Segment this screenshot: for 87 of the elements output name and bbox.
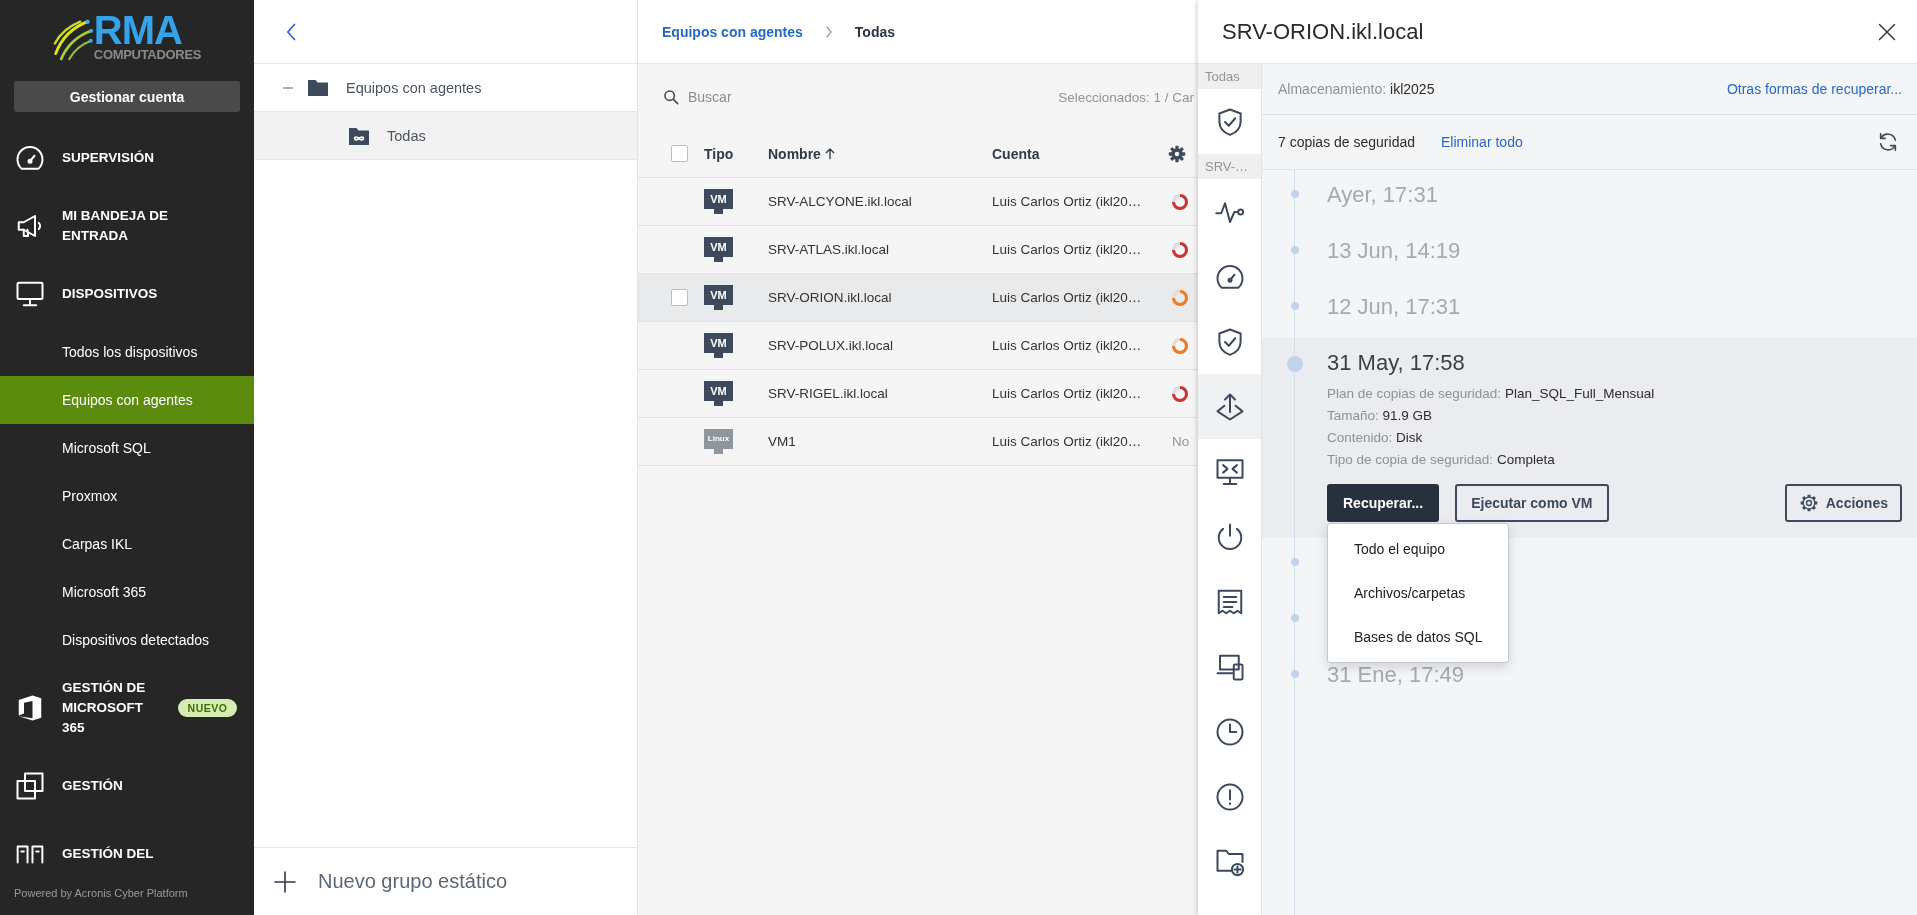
refresh-icon xyxy=(1877,131,1899,153)
backup-detail: Tipo de copia de seguridad: Completa xyxy=(1327,451,1555,469)
table-cell: SRV-RIGEL.ikl.local xyxy=(768,386,888,401)
table-cell: Luis Carlos Ortiz (ikl20… xyxy=(992,434,1142,449)
backup-date[interactable]: 31 May, 17:58 xyxy=(1327,352,1465,374)
nav-item[interactable]: Microsoft 365 xyxy=(0,568,254,616)
table-cell: Luis Carlos Ortiz (ikl20… xyxy=(992,386,1142,401)
sort-up-icon xyxy=(824,147,835,160)
table-cell: Luis Carlos Ortiz (ikl20… xyxy=(992,338,1142,353)
clock-icon xyxy=(1214,716,1245,747)
refresh-button[interactable] xyxy=(1877,131,1899,153)
menu-item[interactable]: Bases de datos SQL xyxy=(1328,615,1508,659)
storage-info: Almacenamiento: ikl2025 xyxy=(1278,81,1435,97)
vm-monitor-tag: VM xyxy=(704,381,733,406)
row-checkbox[interactable] xyxy=(671,289,688,306)
table-row[interactable]: VM SRV-ALCYONE.ikl.local Luis Carlos Ortiz (ikl20… xyxy=(638,178,1198,226)
nav-section[interactable]: GESTIÓN DE MICROSOFT 365 NUEVO xyxy=(0,664,254,752)
backup-count-text: 7 copias de seguridad xyxy=(1278,134,1415,150)
recover-button[interactable]: Recuperar... xyxy=(1327,484,1440,522)
table-row[interactable]: VM SRV-ORION.ikl.local Luis Carlos Ortiz (ikl20… xyxy=(638,274,1198,322)
split-panels-icon xyxy=(15,843,45,865)
linux-monitor-tag: Linux xyxy=(704,429,733,454)
menu-item[interactable]: Todo el equipo xyxy=(1328,527,1508,571)
run-as-vm-button[interactable]: Ejecutar como VM xyxy=(1455,484,1609,522)
panel-title: SRV-ORION.ikl.local xyxy=(1222,18,1424,45)
vm-monitor-tag: VM xyxy=(704,189,733,214)
rail-group-label: SRV-… xyxy=(1198,154,1261,179)
table-row[interactable]: Linux VM1 Luis Carlos Ortiz (ikl20… No xyxy=(638,418,1198,466)
logo-subtitle: COMPUTADORES xyxy=(93,45,202,64)
plus-icon xyxy=(273,869,297,894)
backup-detail: Tamaño: 91.9 GB xyxy=(1327,407,1433,425)
monitor-icon xyxy=(15,279,45,309)
backup-detail: Contenido: Disk xyxy=(1327,429,1423,447)
table-row[interactable]: VM SRV-RIGEL.ikl.local Luis Carlos Ortiz (ikl20… xyxy=(638,370,1198,418)
table-cell: SRV-POLUX.ikl.local xyxy=(768,338,894,353)
manage-account-button[interactable]: Gestionar cuenta xyxy=(14,81,240,112)
search-field[interactable]: Buscar xyxy=(688,89,888,105)
table-row[interactable]: VM SRV-POLUX.ikl.local Luis Carlos Ortiz (ikl20… xyxy=(638,322,1198,370)
gauge-icon xyxy=(15,143,45,173)
nav-item[interactable]: Proxmox xyxy=(0,472,254,520)
nav-item[interactable]: Carpas IKL xyxy=(0,520,254,568)
status-text: No xyxy=(1172,434,1190,449)
nav-item[interactable]: Microsoft SQL xyxy=(0,424,254,472)
table-cell: Luis Carlos Ortiz (ikl20… xyxy=(992,290,1142,305)
breadcrumb-link[interactable]: Equipos con agentes xyxy=(662,23,803,40)
table-cell: Luis Carlos Ortiz (ikl20… xyxy=(992,242,1142,257)
powered-by-text: Powered by Acronis Cyber Platform xyxy=(14,886,188,899)
search-icon xyxy=(663,89,679,105)
nav-section[interactable]: GESTIÓN DEL xyxy=(0,820,254,870)
delete-all-link[interactable]: Eliminar todo xyxy=(1441,134,1523,150)
other-recovery-link[interactable]: Otras formas de recuperar... xyxy=(1726,81,1902,97)
column-header[interactable]: Tipo xyxy=(704,145,734,162)
vm-monitor-tag: VM xyxy=(704,333,733,358)
table-cell: VM1 xyxy=(768,434,796,449)
table-cell: SRV-ATLAS.ikl.local xyxy=(768,242,890,257)
nav-section[interactable]: DISPOSITIVOS xyxy=(0,260,254,328)
vm-monitor-tag: VM xyxy=(704,237,733,262)
nav-item[interactable]: Todos los dispositivos xyxy=(0,328,254,376)
nav-section[interactable]: MI BANDEJA DE ENTRADA xyxy=(0,192,254,260)
gear-icon xyxy=(1798,493,1819,513)
table-cell: SRV-ALCYONE.ikl.local xyxy=(768,194,912,209)
actions-button[interactable]: Acciones xyxy=(1784,484,1902,522)
chevron-right-icon xyxy=(824,25,833,38)
close-icon xyxy=(1877,21,1897,42)
menu-item[interactable]: Archivos/carpetas xyxy=(1328,571,1508,615)
logo-title: RMA xyxy=(93,13,182,46)
table-cell: SRV-ORION.ikl.local xyxy=(768,290,892,305)
alert-icon xyxy=(1214,781,1245,812)
tree-item[interactable]: Todas xyxy=(254,112,637,160)
settings-icon[interactable] xyxy=(1168,144,1186,163)
nav-section[interactable]: SUPERVISIÓN xyxy=(0,124,254,192)
stacked-squares-icon xyxy=(15,771,45,801)
recovery-arrow-icon xyxy=(1214,391,1245,422)
new-tag: NUEVO xyxy=(178,699,237,717)
breadcrumb-current: Todas xyxy=(854,23,895,40)
column-header[interactable]: Nombre xyxy=(768,145,835,162)
select-all-checkbox[interactable] xyxy=(671,145,688,162)
nav-item[interactable]: Equipos con agentes xyxy=(0,376,254,424)
selection-count-text: Seleccionados: 1 / Car xyxy=(1058,89,1195,105)
table-cell: Luis Carlos Ortiz (ikl20… xyxy=(992,194,1142,209)
backup-detail: Plan de copias de seguridad: Plan_SQL_Full_Mensual xyxy=(1327,385,1655,403)
vm-monitor-tag: VM xyxy=(704,285,733,310)
nav-item[interactable]: Dispositivos detectados xyxy=(0,616,254,664)
rail-group-label: Todas xyxy=(1198,64,1261,89)
column-header[interactable]: Cuenta xyxy=(992,145,1040,162)
remote-desktop-icon xyxy=(1214,456,1245,487)
nav-section[interactable]: GESTIÓN xyxy=(0,752,254,820)
